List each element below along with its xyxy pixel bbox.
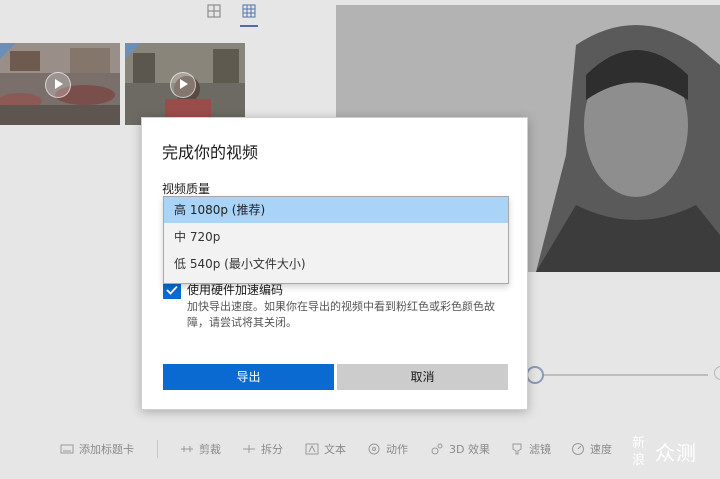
quality-option-high[interactable]: 高 1080p (推荐) — [164, 197, 508, 223]
filters-icon — [510, 442, 524, 456]
title-card-icon — [60, 442, 74, 456]
split-icon — [242, 442, 256, 456]
quality-option-low[interactable]: 低 540p (最小文件大小) — [164, 251, 508, 277]
finish-video-dialog: 完成你的视频 视频质量 使用硬件加速编码 加快导出速度。如果你在导出的视频中看到… — [141, 117, 528, 410]
toolbar-divider — [157, 440, 158, 458]
filters-label: 滤镜 — [529, 443, 551, 456]
split-button[interactable]: 拆分 — [242, 437, 283, 461]
checkmark-icon — [166, 285, 178, 295]
split-label: 拆分 — [261, 443, 283, 456]
hardware-accel-description: 加快导出速度。如果你在导出的视频中看到粉红色或彩色颜色故障，请尝试将其关闭。 — [187, 300, 495, 329]
video-thumbnail-2[interactable] — [125, 43, 245, 125]
selection-corner-marker — [125, 43, 141, 59]
video-thumbnail-1[interactable] — [0, 43, 120, 125]
add-title-card-label: 添加标题卡 — [79, 443, 134, 456]
speed-icon — [571, 442, 585, 456]
3d-effects-icon — [430, 442, 444, 456]
speed-button[interactable]: 速度 — [571, 437, 612, 461]
text-button[interactable]: 文本 — [305, 437, 346, 461]
motion-label: 动作 — [386, 443, 408, 456]
trim-icon — [180, 442, 194, 456]
dialog-title: 完成你的视频 — [162, 143, 259, 162]
filters-button[interactable]: 滤镜 — [510, 437, 551, 461]
video-quality-label: 视频质量 — [162, 182, 211, 196]
large-grid-view-icon[interactable] — [206, 3, 222, 19]
timeline-track[interactable] — [540, 374, 708, 376]
quality-option-medium[interactable]: 中 720p — [164, 224, 508, 250]
cancel-button[interactable]: 取消 — [337, 364, 508, 390]
play-icon — [170, 72, 196, 98]
video-quality-dropdown-list[interactable]: 高 1080p (推荐) 中 720p 低 540p (最小文件大小) — [163, 196, 509, 284]
add-title-card-button[interactable]: 添加标题卡 — [60, 437, 134, 461]
watermark: 新 浪 众测 — [630, 432, 720, 468]
speed-label: 速度 — [590, 443, 612, 456]
timeline-playhead[interactable] — [526, 366, 544, 384]
trim-label: 剪裁 — [199, 443, 221, 456]
export-button[interactable]: 导出 — [163, 364, 334, 390]
play-icon — [45, 72, 71, 98]
watermark-glyph-bottom: 浪 — [632, 453, 646, 468]
active-view-indicator — [240, 25, 258, 27]
motion-icon — [367, 442, 381, 456]
3d-effects-label: 3D 效果 — [449, 443, 490, 456]
text-label: 文本 — [324, 443, 346, 456]
small-grid-view-icon[interactable] — [241, 3, 257, 19]
watermark-text: 众测 — [655, 441, 697, 465]
selection-corner-marker — [0, 43, 16, 59]
trim-button[interactable]: 剪裁 — [180, 437, 221, 461]
text-icon — [305, 442, 319, 456]
motion-button[interactable]: 动作 — [367, 437, 408, 461]
3d-effects-button[interactable]: 3D 效果 — [430, 437, 490, 461]
